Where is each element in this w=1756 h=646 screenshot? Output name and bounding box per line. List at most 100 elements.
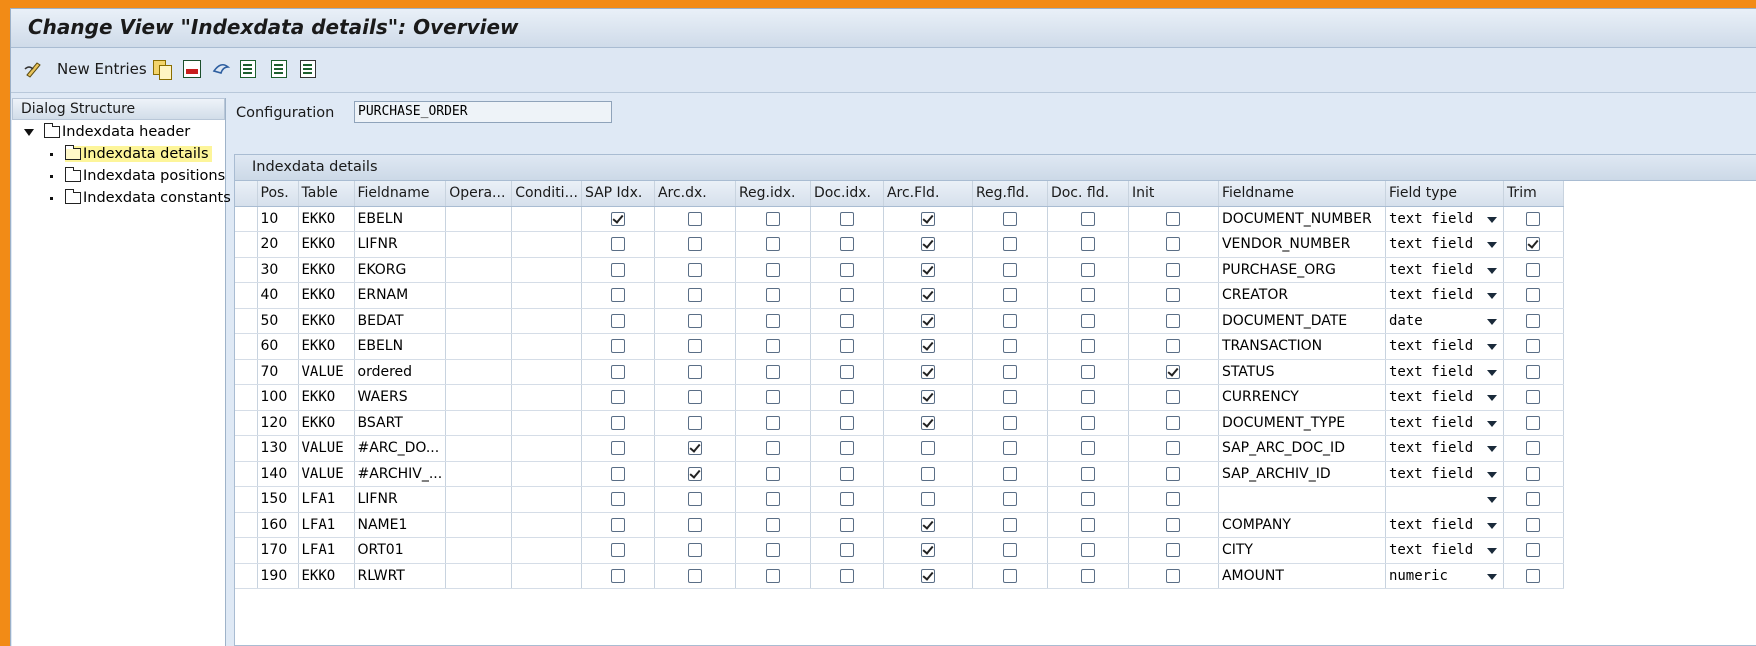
operator-cell[interactable]: [445, 359, 513, 385]
arcfld-checkbox[interactable]: [920, 543, 935, 558]
field-type-select[interactable]: text field: [1385, 435, 1504, 462]
field-type-select[interactable]: text field: [1385, 333, 1504, 360]
operator-cell[interactable]: [445, 206, 513, 232]
operator-cell[interactable]: [445, 410, 513, 436]
reg-checkbox[interactable]: [765, 441, 780, 456]
tree-node-indexdata-positions[interactable]: Indexdata positions: [50, 165, 225, 187]
row-selector[interactable]: [235, 537, 258, 564]
arc-checkbox[interactable]: [687, 313, 702, 328]
field-type-select[interactable]: text field: [1385, 410, 1504, 436]
trim-checkbox[interactable]: [1526, 441, 1541, 456]
reg-checkbox[interactable]: [765, 262, 780, 277]
sap-checkbox[interactable]: [610, 211, 625, 226]
arc-checkbox[interactable]: [687, 339, 702, 354]
sap-checkbox[interactable]: [610, 466, 625, 481]
display-change-button[interactable]: [23, 58, 43, 80]
reg-checkbox[interactable]: [765, 543, 780, 558]
row-selector[interactable]: [235, 435, 258, 462]
delete-button[interactable]: [183, 58, 201, 80]
target-fieldname-input[interactable]: STATUS: [1218, 359, 1386, 385]
target-fieldname-input[interactable]: DOCUMENT_NUMBER: [1218, 206, 1386, 232]
arcfld-checkbox[interactable]: [920, 339, 935, 354]
operator-cell[interactable]: [445, 512, 513, 538]
arc-checkbox[interactable]: [687, 543, 702, 558]
dropdown-arrow-icon[interactable]: [1486, 242, 1497, 248]
operator-cell[interactable]: [445, 257, 513, 283]
reg-checkbox[interactable]: [765, 313, 780, 328]
field-type-select[interactable]: date: [1385, 308, 1504, 334]
arc-checkbox[interactable]: [687, 441, 702, 456]
sap-checkbox[interactable]: [610, 262, 625, 277]
trim-checkbox[interactable]: [1526, 262, 1541, 277]
doc-checkbox[interactable]: [839, 211, 854, 226]
row-selector[interactable]: [235, 359, 258, 385]
dropdown-arrow-icon[interactable]: [1486, 420, 1497, 427]
operator-cell[interactable]: [445, 333, 513, 360]
docfld-checkbox[interactable]: [1080, 492, 1095, 507]
condition-cell[interactable]: [511, 359, 582, 385]
condition-cell[interactable]: [511, 410, 582, 436]
sap-checkbox[interactable]: [610, 390, 625, 405]
tree-node-indexdata-header[interactable]: Indexdata header: [24, 121, 190, 143]
condition-cell[interactable]: [511, 333, 582, 360]
docfld-checkbox[interactable]: [1080, 237, 1095, 252]
row-selector[interactable]: [235, 563, 258, 589]
condition-cell[interactable]: [511, 486, 582, 513]
arcfld-checkbox[interactable]: [920, 390, 935, 405]
init-checkbox[interactable]: [1166, 364, 1181, 379]
init-checkbox[interactable]: [1166, 466, 1181, 481]
target-fieldname-input[interactable]: [1218, 486, 1386, 513]
arc-checkbox[interactable]: [687, 390, 702, 405]
trim-checkbox[interactable]: [1526, 568, 1541, 583]
target-fieldname-input[interactable]: TRANSACTION: [1218, 333, 1386, 360]
row-selector[interactable]: [235, 486, 258, 513]
row-selector[interactable]: [235, 282, 258, 309]
docfld-checkbox[interactable]: [1080, 390, 1095, 405]
sap-checkbox[interactable]: [610, 517, 625, 532]
col-header-sap-idx[interactable]: SAP Idx.: [581, 181, 655, 207]
col-header-init[interactable]: Init: [1128, 181, 1219, 207]
condition-cell[interactable]: [511, 282, 582, 309]
col-header-target-fieldname[interactable]: Fieldname: [1218, 181, 1386, 207]
regfld-checkbox[interactable]: [1002, 262, 1017, 277]
sap-checkbox[interactable]: [610, 288, 625, 303]
target-fieldname-input[interactable]: COMPANY: [1218, 512, 1386, 538]
doc-checkbox[interactable]: [839, 492, 854, 507]
trim-checkbox[interactable]: [1526, 364, 1541, 379]
dropdown-arrow-icon[interactable]: [1486, 318, 1497, 325]
dropdown-arrow-icon[interactable]: [1486, 267, 1497, 274]
reg-checkbox[interactable]: [765, 492, 780, 507]
docfld-checkbox[interactable]: [1080, 262, 1095, 277]
arc-checkbox[interactable]: [687, 415, 702, 430]
col-header-pos[interactable]: Pos.: [257, 181, 299, 207]
dropdown-arrow-icon[interactable]: [1486, 395, 1497, 401]
regfld-checkbox[interactable]: [1002, 415, 1017, 430]
dropdown-arrow-icon[interactable]: [1486, 446, 1497, 452]
arcfld-checkbox[interactable]: [920, 466, 935, 481]
col-header-arc-fld[interactable]: Arc.Fld.: [883, 181, 973, 207]
operator-cell[interactable]: [445, 231, 513, 258]
arcfld-checkbox[interactable]: [920, 211, 935, 226]
arc-checkbox[interactable]: [687, 288, 702, 303]
docfld-checkbox[interactable]: [1080, 415, 1095, 430]
field-type-select[interactable]: text field: [1385, 537, 1504, 564]
docfld-checkbox[interactable]: [1080, 288, 1095, 303]
arc-checkbox[interactable]: [687, 517, 702, 532]
trim-checkbox[interactable]: [1526, 339, 1541, 354]
reg-checkbox[interactable]: [765, 211, 780, 226]
dropdown-arrow-icon[interactable]: [1486, 548, 1497, 554]
arcfld-checkbox[interactable]: [920, 237, 935, 252]
condition-cell[interactable]: [511, 206, 582, 232]
col-header-doc-fld[interactable]: Doc. fld.: [1047, 181, 1129, 207]
arcfld-checkbox[interactable]: [920, 262, 935, 277]
reg-checkbox[interactable]: [765, 390, 780, 405]
doc-checkbox[interactable]: [839, 313, 854, 328]
col-header-doc-idx[interactable]: Doc.idx.: [810, 181, 884, 207]
operator-cell[interactable]: [445, 384, 513, 411]
regfld-checkbox[interactable]: [1002, 517, 1017, 532]
reg-checkbox[interactable]: [765, 415, 780, 430]
docfld-checkbox[interactable]: [1080, 517, 1095, 532]
select-block-button[interactable]: [271, 58, 287, 80]
trim-checkbox[interactable]: [1526, 237, 1541, 252]
regfld-checkbox[interactable]: [1002, 543, 1017, 558]
